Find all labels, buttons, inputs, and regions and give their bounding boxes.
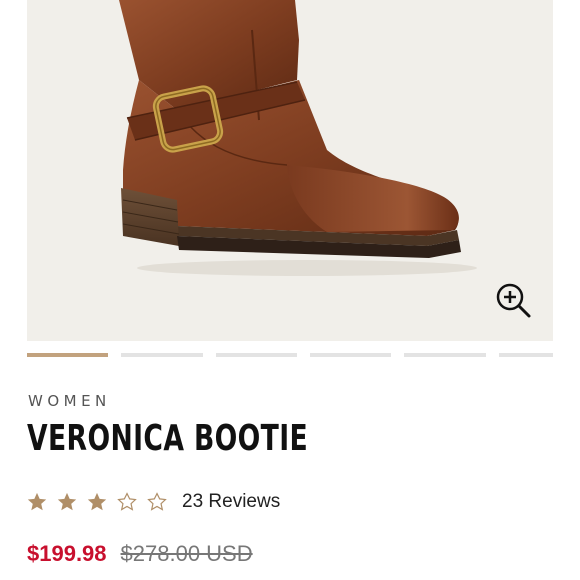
- star-filled-icon: [87, 492, 107, 511]
- star-empty-icon: [117, 492, 137, 511]
- carousel-indicator-4[interactable]: [310, 353, 391, 357]
- carousel-indicator-1[interactable]: [27, 353, 108, 357]
- image-carousel-indicators: [0, 353, 580, 359]
- sale-price: $199.98: [27, 541, 107, 566]
- product-image-area[interactable]: [27, 0, 553, 341]
- zoom-in-icon: [496, 283, 531, 318]
- carousel-indicator-3[interactable]: [216, 353, 297, 357]
- boot-image: [119, 0, 477, 276]
- price-row: $199.98 $278.00 USD: [27, 539, 253, 569]
- star-filled-icon: [27, 492, 47, 511]
- carousel-indicator-6[interactable]: [499, 353, 553, 357]
- carousel-indicator-5[interactable]: [404, 353, 486, 357]
- carousel-indicator-2[interactable]: [121, 353, 203, 357]
- original-price: $278.00 USD: [120, 541, 253, 566]
- product-category: WOMEN: [28, 392, 111, 410]
- product-page: WOMEN VERONICA BOOTIE 23 Reviews $199.98…: [0, 0, 580, 580]
- product-title: VERONICA BOOTIE: [27, 418, 309, 459]
- star-empty-icon: [147, 492, 167, 511]
- zoom-button[interactable]: [494, 281, 534, 321]
- star-filled-icon: [57, 492, 77, 511]
- reviews-link[interactable]: 23 Reviews: [182, 491, 280, 513]
- product-rating: 23 Reviews: [26, 487, 280, 517]
